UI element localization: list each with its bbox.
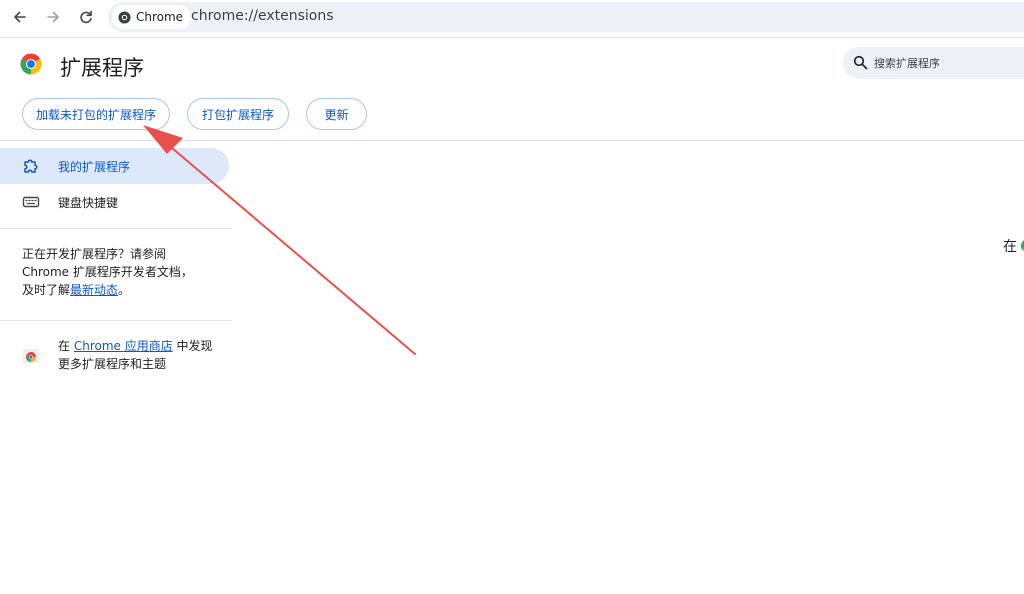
pack-extension-button[interactable]: 打包扩展程序: [187, 98, 289, 130]
web-store-note-text: 在: [58, 339, 74, 353]
address-bar[interactable]: Chrome chrome://extensions: [108, 2, 1024, 32]
chrome-icon: [118, 10, 131, 24]
web-store-note: 在 Chrome 应用商店 中发现更多扩展程序和主题: [58, 337, 218, 373]
site-chip[interactable]: Chrome: [112, 5, 192, 29]
sidebar-item-label: 键盘快捷键: [58, 196, 119, 210]
url-text[interactable]: chrome://extensions: [191, 8, 334, 24]
browser-toolbar: Chrome chrome://extensions: [0, 0, 1024, 34]
update-button[interactable]: 更新: [306, 98, 367, 130]
keyboard-icon: [22, 196, 40, 208]
chrome-logo-icon: [20, 53, 42, 75]
reload-button[interactable]: [75, 6, 97, 28]
sidebar-item-keyboard-shortcuts[interactable]: 键盘快捷键: [0, 184, 229, 220]
latest-news-link[interactable]: 最新动态: [70, 283, 118, 297]
developer-note-line: Chrome 扩展程序开发者文档，: [22, 265, 193, 279]
search-icon: [853, 55, 868, 70]
page-title: 扩展程序: [60, 56, 144, 80]
toolbar-divider: [0, 37, 1024, 38]
arrow-right-icon: [47, 11, 59, 23]
search-placeholder: 搜索扩展程序: [874, 57, 940, 70]
developer-note-line: 正在开发扩展程序？请参阅: [22, 247, 167, 261]
main-content-prefix: 在: [1003, 239, 1017, 255]
sidebar-divider: [0, 228, 232, 229]
developer-note-line: 及时了解最新动态。: [22, 281, 222, 299]
sidebar-item-my-extensions[interactable]: 我的扩展程序: [0, 148, 229, 184]
site-chip-label: Chrome: [136, 10, 184, 24]
main-content-text: 在: [1003, 236, 1024, 256]
arrow-left-icon: [14, 11, 26, 23]
developer-note: 正在开发扩展程序？请参阅 Chrome 扩展程序开发者文档， 及时了解最新动态。: [22, 245, 222, 299]
forward-button[interactable]: [42, 6, 64, 28]
chrome-web-store-link[interactable]: Chrome 应用商店: [74, 339, 173, 353]
back-button[interactable]: [9, 6, 31, 28]
developer-note-text: 。: [118, 283, 131, 297]
sidebar-divider: [0, 320, 232, 321]
header-divider: [0, 140, 1024, 141]
reload-icon: [80, 10, 92, 24]
web-store-icon: [23, 349, 39, 363]
developer-note-text: 及时了解: [22, 283, 71, 297]
search-input[interactable]: 搜索扩展程序: [843, 47, 1024, 79]
sidebar-item-label: 我的扩展程序: [58, 160, 131, 174]
puzzle-icon: [24, 159, 38, 173]
load-unpacked-button[interactable]: 加载未打包的扩展程序: [22, 98, 170, 130]
